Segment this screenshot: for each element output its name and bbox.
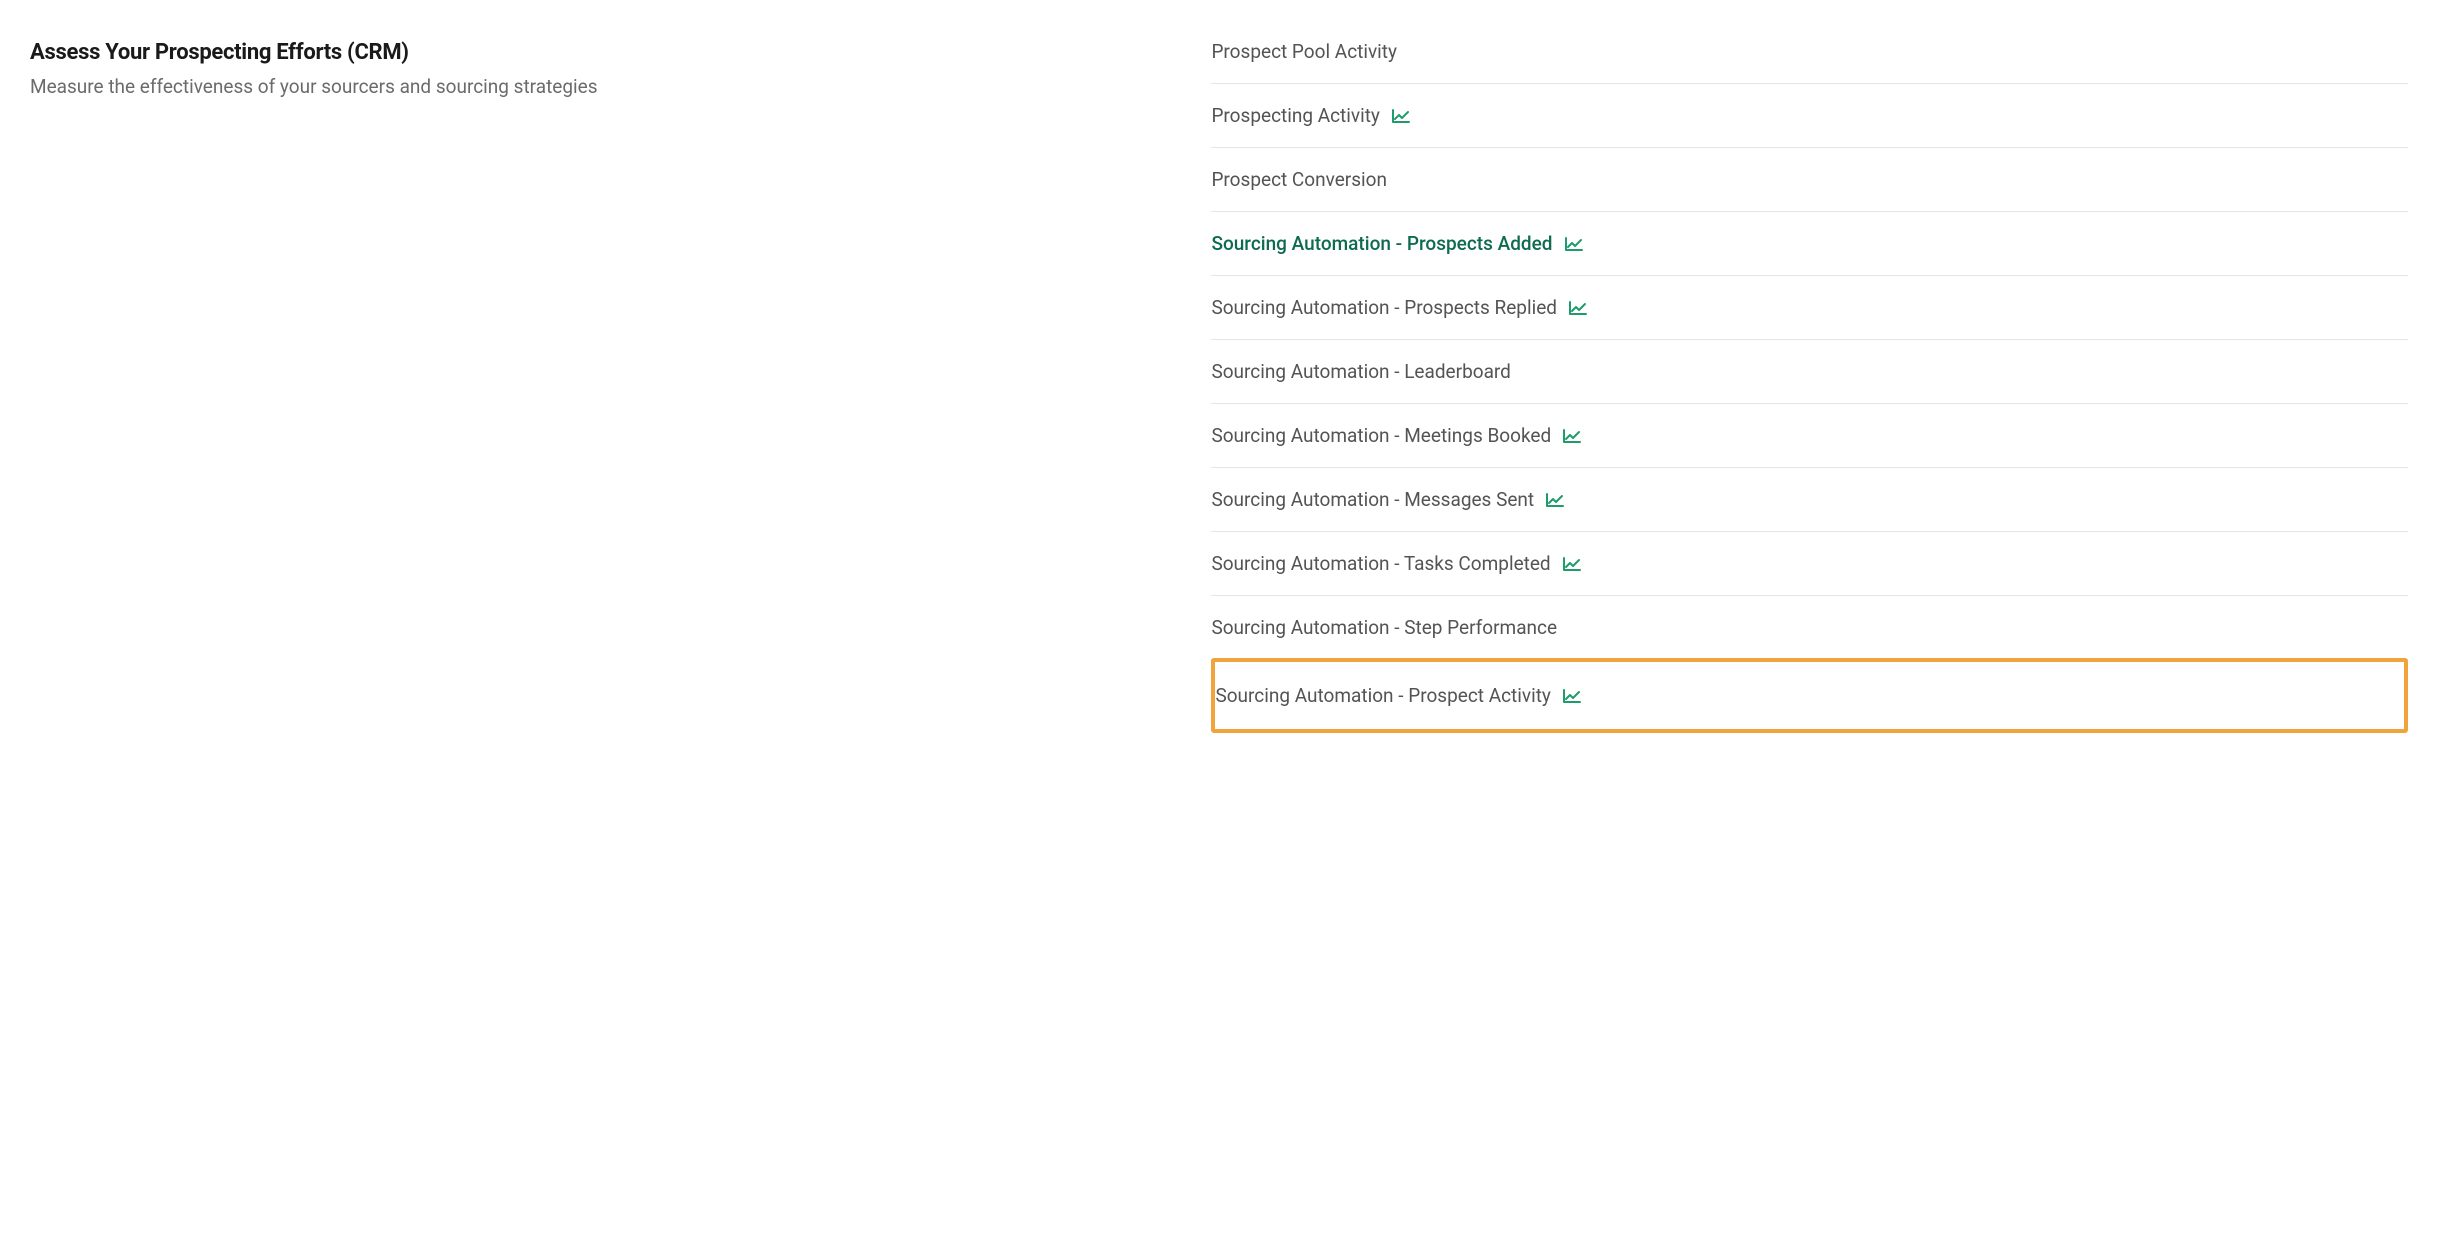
section-title: Assess Your Prospecting Efforts (CRM) <box>30 40 1171 65</box>
section-subtitle: Measure the effectiveness of your source… <box>30 75 1171 98</box>
report-label: Sourcing Automation - Prospects Replied <box>1211 296 1557 319</box>
report-label: Sourcing Automation - Prospects Added <box>1211 232 1552 255</box>
report-label: Prospect Pool Activity <box>1211 40 1397 63</box>
report-label: Sourcing Automation - Tasks Completed <box>1211 552 1550 575</box>
report-item[interactable]: Sourcing Automation - Prospects Replied <box>1211 276 2408 340</box>
report-item[interactable]: Sourcing Automation - Prospect Activity <box>1215 662 2404 729</box>
report-label: Sourcing Automation - Prospect Activity <box>1215 684 1550 707</box>
chart-icon <box>1563 429 1581 443</box>
report-list: Prospect Pool Activity Prospecting Activi… <box>1211 40 2408 733</box>
chart-icon <box>1565 237 1583 251</box>
report-item[interactable]: Sourcing Automation - Meetings Booked <box>1211 404 2408 468</box>
report-item[interactable]: Sourcing Automation - Tasks Completed <box>1211 532 2408 596</box>
report-item[interactable]: Sourcing Automation - Leaderboard <box>1211 340 2408 404</box>
report-label: Prospecting Activity <box>1211 104 1380 127</box>
report-label: Sourcing Automation - Leaderboard <box>1211 360 1510 383</box>
report-item[interactable]: Prospecting Activity <box>1211 84 2408 148</box>
chart-icon <box>1392 109 1410 123</box>
report-label: Sourcing Automation - Meetings Booked <box>1211 424 1551 447</box>
chart-icon <box>1569 301 1587 315</box>
chart-icon <box>1563 689 1581 703</box>
highlighted-report: Sourcing Automation - Prospect Activity <box>1211 658 2408 733</box>
report-item[interactable]: Sourcing Automation - Messages Sent <box>1211 468 2408 532</box>
section-header: Assess Your Prospecting Efforts (CRM) Me… <box>30 40 1171 733</box>
report-label: Prospect Conversion <box>1211 168 1387 191</box>
report-item[interactable]: Sourcing Automation - Step Performance <box>1211 596 2408 660</box>
report-label: Sourcing Automation - Messages Sent <box>1211 488 1534 511</box>
report-item[interactable]: Prospect Pool Activity <box>1211 40 2408 84</box>
report-label: Sourcing Automation - Step Performance <box>1211 616 1557 639</box>
report-item[interactable]: Sourcing Automation - Prospects Added <box>1211 212 2408 276</box>
chart-icon <box>1546 493 1564 507</box>
report-item[interactable]: Prospect Conversion <box>1211 148 2408 212</box>
report-list-container: Prospect Pool Activity Prospecting Activi… <box>1211 40 2408 733</box>
chart-icon <box>1563 557 1581 571</box>
